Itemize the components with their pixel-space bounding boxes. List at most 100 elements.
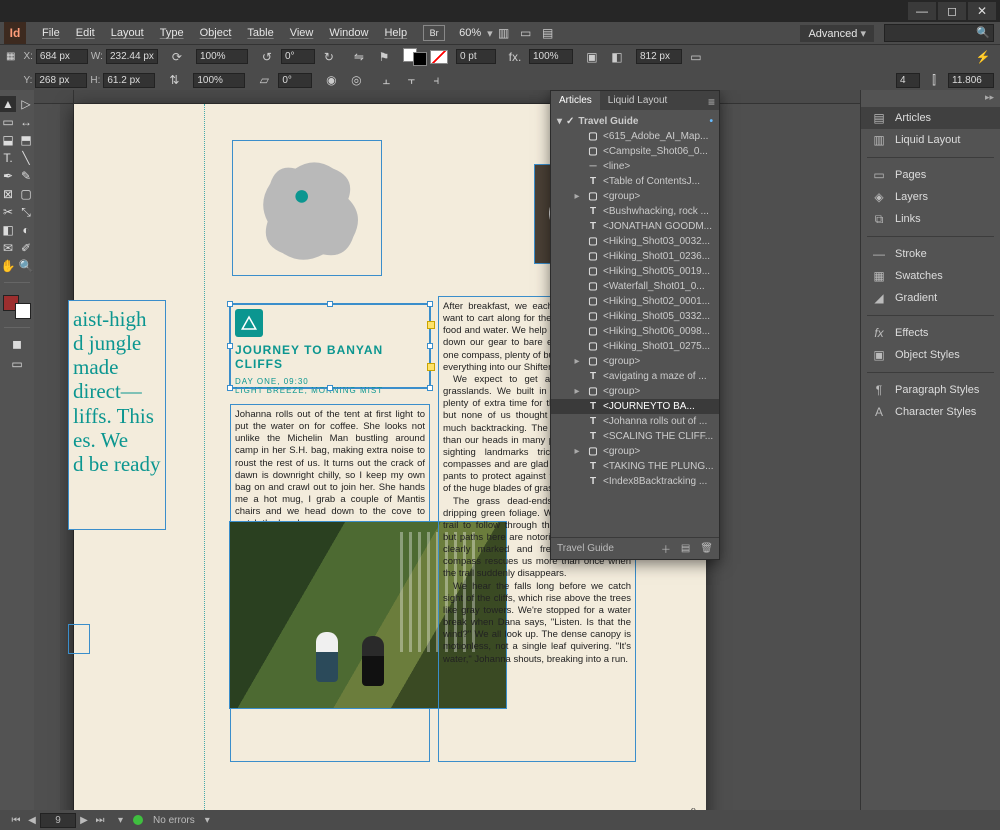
menu-object[interactable]: Object <box>192 22 240 44</box>
effects-icon[interactable]: fx. <box>504 47 526 67</box>
rotate-cw-icon[interactable]: ↻ <box>318 47 340 67</box>
dock-layers[interactable]: ◈Layers <box>861 186 1000 208</box>
arrange-docs-icon[interactable]: ▤ <box>537 23 559 43</box>
articles-item[interactable]: T<TAKING THE PLUNG... <box>551 459 719 474</box>
flag-icon[interactable]: ⚑ <box>373 47 395 67</box>
articles-item[interactable]: T<SCALING THE CLIFF... <box>551 429 719 444</box>
articles-item[interactable]: ▢<Hiking_Shot05_0019... <box>551 264 719 279</box>
gutter-field[interactable]: 11.806 <box>948 73 994 88</box>
rotate-ccw-icon[interactable]: ↺ <box>256 47 278 67</box>
menu-view[interactable]: View <box>282 22 322 44</box>
no-fill-icon[interactable] <box>430 50 448 64</box>
articles-item[interactable]: ▢<Waterfall_Shot01_0... <box>551 279 719 294</box>
scale-y-field[interactable]: 100% <box>193 73 245 88</box>
articles-item[interactable]: ▸▢<group> <box>551 384 719 399</box>
corner-options-icon[interactable]: ◧ <box>606 47 628 67</box>
liquid-layout-tab[interactable]: Liquid Layout <box>600 91 676 110</box>
articles-item[interactable]: T<avigating a maze of ... <box>551 369 719 384</box>
type-tool-icon[interactable]: T. <box>0 150 16 166</box>
articles-item[interactable]: T<Bushwhacking, rock ... <box>551 204 719 219</box>
articles-tree[interactable]: ▾ Travel Guide • ▢<615_Adobe_AI_Map... ▢<… <box>551 110 719 537</box>
gap-tool-icon[interactable]: ↔ <box>18 114 34 130</box>
menu-layout[interactable]: Layout <box>103 22 152 44</box>
articles-item[interactable]: ─<line> <box>551 159 719 174</box>
dock-effects[interactable]: fxEffects <box>861 322 1000 344</box>
hand-tool-icon[interactable]: ✋ <box>0 258 16 274</box>
help-search-input[interactable]: 🔍 <box>884 24 994 42</box>
stroke-weight-field[interactable]: 0 pt <box>456 49 496 64</box>
menu-edit[interactable]: Edit <box>68 22 103 44</box>
columns-count-field[interactable]: 4 <box>896 73 920 88</box>
disclosure-triangle-icon[interactable]: ▸ <box>571 446 583 457</box>
page-navigator[interactable]: ⏮ ◀ 9 ▶ ⏭ <box>8 813 108 828</box>
panel-menu-icon[interactable]: ≡ <box>708 95 715 109</box>
articles-item[interactable]: ▢<Hiking_Shot05_0332... <box>551 309 719 324</box>
dock-articles[interactable]: ▤Articles <box>861 107 1000 129</box>
articles-item[interactable]: ▢<Hiking_Shot02_0001... <box>551 294 719 309</box>
shear-field[interactable]: 0° <box>278 73 312 88</box>
quick-apply-icon[interactable]: ⚡ <box>972 47 994 67</box>
ruler-origin[interactable] <box>34 90 74 104</box>
horizontal-ruler[interactable] <box>74 90 860 104</box>
menu-help[interactable]: Help <box>376 22 415 44</box>
dock-character-styles[interactable]: ACharacter Styles <box>861 401 1000 423</box>
articles-item[interactable]: ▢<615_Adobe_AI_Map... <box>551 129 719 144</box>
last-page-icon[interactable]: ⏭ <box>92 815 108 826</box>
x-field[interactable]: 684 px <box>36 49 88 64</box>
scissors-tool-icon[interactable]: ✂ <box>0 204 16 220</box>
window-close-button[interactable]: ✕ <box>968 2 996 20</box>
rotate-field[interactable]: 0° <box>281 49 315 64</box>
map-frame[interactable] <box>232 140 382 276</box>
gradient-swatch-tool-icon[interactable]: ◧ <box>0 222 16 238</box>
screen-mode-toolbox-icon[interactable]: ▭ <box>4 356 30 372</box>
dock-gradient[interactable]: ◢Gradient <box>861 287 1000 309</box>
dock-swatches[interactable]: ▦Swatches <box>861 265 1000 287</box>
menu-file[interactable]: File <box>34 22 68 44</box>
zoom-level-field[interactable]: 60% <box>459 27 481 39</box>
selection-tool-icon[interactable]: ▲ <box>0 96 16 112</box>
constrain-link-icon[interactable]: ⇅ <box>163 70 185 90</box>
rectangle-frame-tool-icon[interactable]: ⊠ <box>0 186 16 202</box>
articles-item[interactable]: ▢<Hiking_Shot01_0236... <box>551 249 719 264</box>
dock-liquid-layout[interactable]: ▥Liquid Layout <box>861 129 1000 151</box>
dock-paragraph-styles[interactable]: ¶Paragraph Styles <box>861 379 1000 401</box>
include-checkbox[interactable] <box>566 116 574 127</box>
free-transform-tool-icon[interactable]: ⤡ <box>18 204 34 220</box>
apply-color-icon[interactable]: ◼ <box>9 336 25 352</box>
select-container-icon[interactable]: ◉ <box>320 70 342 90</box>
rectangle-tool-icon[interactable]: ▢ <box>18 186 34 202</box>
fill-stroke-swatch[interactable] <box>403 48 427 66</box>
collapse-dock-icon[interactable]: ▸▸ <box>861 92 1000 104</box>
shear-icon[interactable]: ▱ <box>253 70 275 90</box>
disclosure-triangle-icon[interactable]: ▸ <box>571 356 583 367</box>
window-maximize-button[interactable]: ◻ <box>938 2 966 20</box>
articles-root[interactable]: ▾ Travel Guide • <box>551 114 719 129</box>
body-column-1[interactable]: Johanna rolls out of the tent at first l… <box>230 404 430 762</box>
bridge-button[interactable]: Br <box>423 25 445 41</box>
menu-window[interactable]: Window <box>321 22 376 44</box>
gradient-feather-tool-icon[interactable]: ◐ <box>18 222 34 238</box>
note-tool-icon[interactable]: ✉ <box>0 240 16 256</box>
disclosure-triangle-icon[interactable]: ▾ <box>557 116 562 127</box>
select-content-icon[interactable]: ◎ <box>345 70 367 90</box>
scale-x-field[interactable]: 100% <box>196 49 248 64</box>
articles-item[interactable]: T<JONATHAN GOODM... <box>551 219 719 234</box>
disclosure-triangle-icon[interactable]: ▸ <box>571 191 583 202</box>
align-center-icon[interactable]: ⫟ <box>400 70 422 90</box>
articles-item[interactable]: T<Index8Backtracking ... <box>551 474 719 489</box>
grid-x-field[interactable]: 812 px <box>636 49 682 64</box>
articles-item[interactable]: ▸▢<group> <box>551 444 719 459</box>
add-selection-icon[interactable]: ▤ <box>681 543 690 554</box>
pen-tool-icon[interactable]: ✒ <box>0 168 16 184</box>
preflight-status-icon[interactable] <box>133 815 143 825</box>
articles-item[interactable]: ▢<Hiking_Shot06_0098... <box>551 324 719 339</box>
next-page-icon[interactable]: ▶ <box>76 815 92 826</box>
text-wrap-icon[interactable]: ▣ <box>581 47 603 67</box>
content-collector-tool-icon[interactable]: ⬓ <box>0 132 16 148</box>
page-tool-icon[interactable]: ▭ <box>0 114 16 130</box>
articles-item[interactable]: ▢<Hiking_Shot03_0032... <box>551 234 719 249</box>
first-page-icon[interactable]: ⏮ <box>8 815 24 826</box>
prev-page-icon[interactable]: ◀ <box>24 815 40 826</box>
zoom-tool-icon[interactable]: 🔍 <box>18 258 34 274</box>
opacity-field[interactable]: 100% <box>529 49 573 64</box>
